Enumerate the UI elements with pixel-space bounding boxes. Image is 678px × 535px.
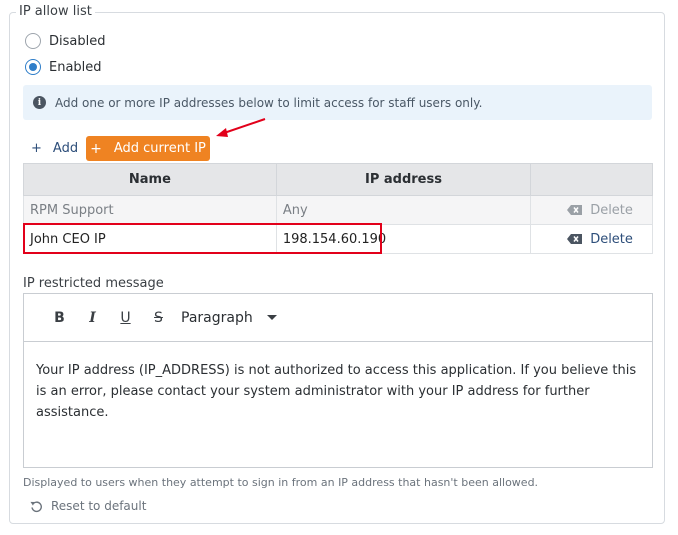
bold-button[interactable]: B: [43, 310, 76, 326]
underline-button[interactable]: U: [109, 310, 142, 326]
row-ip: 198.154.60.190: [275, 224, 532, 254]
radio-disabled-label: Disabled: [49, 33, 106, 49]
info-icon: i: [33, 96, 46, 109]
radio-disabled-circle[interactable]: [25, 33, 41, 49]
row-actions: Delete: [530, 195, 653, 225]
backspace-icon: [567, 205, 583, 215]
add-current-ip-label: Add current IP: [113, 141, 206, 156]
plus-icon: +: [31, 141, 42, 156]
plus-icon: +: [90, 140, 102, 157]
section-legend: IP allow list: [16, 4, 95, 19]
editor-toolbar: B I U S Paragraph: [24, 294, 652, 342]
backspace-icon: [567, 234, 583, 244]
radio-enabled[interactable]: Enabled: [25, 59, 102, 75]
italic-button[interactable]: I: [76, 310, 109, 326]
strikethrough-button[interactable]: S: [142, 310, 175, 326]
delete-button[interactable]: Delete: [537, 203, 652, 218]
chevron-down-icon: [266, 315, 277, 320]
info-text: Add one or more IP addresses below to li…: [55, 95, 483, 110]
annotation-arrow: [216, 118, 266, 137]
helper-text: Displayed to users when they attempt to …: [23, 476, 539, 489]
row-name: John CEO IP: [23, 224, 277, 254]
radio-enabled-label: Enabled: [49, 59, 102, 75]
radio-enabled-circle[interactable]: [25, 59, 41, 75]
delete-label: Delete: [590, 202, 633, 218]
add-current-ip-button[interactable]: + Add current IP: [86, 136, 210, 161]
add-label: Add: [52, 141, 79, 156]
ip-allow-table: Name IP address RPM Support Any Delete J…: [23, 163, 653, 254]
restricted-message-label: IP restricted message: [23, 276, 164, 291]
row-ip: Any: [275, 195, 532, 225]
info-banner: i Add one or more IP addresses below to …: [23, 85, 652, 120]
radio-disabled[interactable]: Disabled: [25, 33, 105, 49]
block-format-value: Paragraph: [181, 309, 253, 326]
row-name: RPM Support: [23, 195, 277, 225]
add-button[interactable]: + Add: [31, 141, 78, 156]
delete-button[interactable]: Delete: [537, 232, 652, 247]
editor-content[interactable]: Your IP address (IP_ADDRESS) is not auth…: [24, 342, 652, 423]
reset-icon: [30, 500, 42, 512]
column-header-actions: [530, 163, 653, 196]
delete-label: Delete: [590, 231, 633, 247]
rich-text-editor[interactable]: B I U S Paragraph Your IP address (IP_AD…: [23, 293, 653, 468]
column-header-ip: IP address: [275, 163, 532, 196]
column-header-name: Name: [23, 163, 277, 196]
row-actions: Delete: [530, 224, 653, 254]
reset-to-default-button[interactable]: Reset to default: [30, 499, 146, 513]
table-row: RPM Support Any Delete: [23, 195, 653, 225]
table-row: John CEO IP 198.154.60.190 Delete: [23, 224, 653, 254]
block-format-dropdown[interactable]: Paragraph: [181, 310, 277, 326]
reset-label: Reset to default: [51, 499, 147, 513]
